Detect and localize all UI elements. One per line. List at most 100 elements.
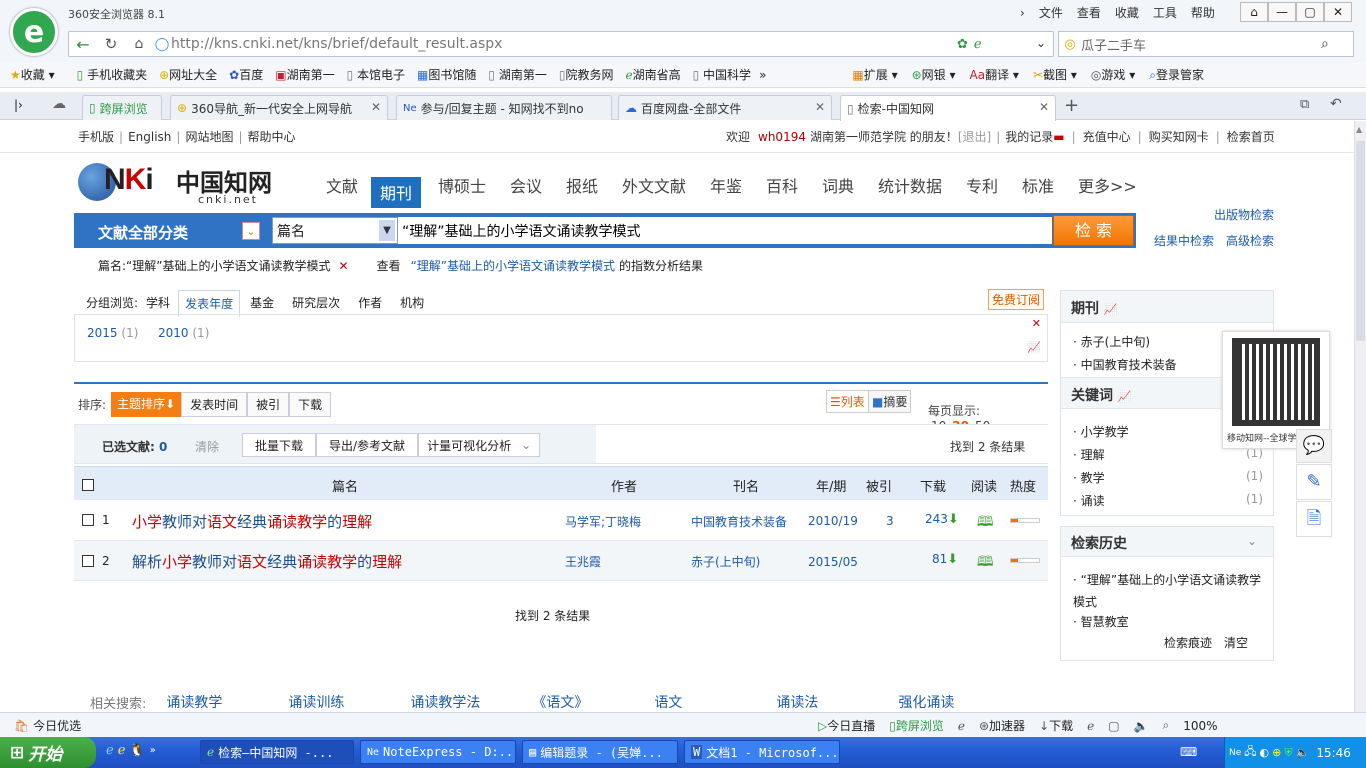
field-select[interactable]: 篇名 ▼ bbox=[272, 217, 398, 244]
recharge-link[interactable]: 充值中心 bbox=[1083, 128, 1131, 145]
download-button[interactable]: ↓下载 bbox=[1039, 717, 1073, 734]
advanced-search-link[interactable]: 高级检索 bbox=[1226, 232, 1274, 249]
url-input[interactable] bbox=[171, 36, 951, 52]
collapse-icon[interactable]: › bbox=[1020, 6, 1025, 20]
year-2015[interactable]: 2015 (1) bbox=[87, 326, 138, 340]
network-icon[interactable]: 🖧 bbox=[1244, 743, 1256, 762]
channel-patent[interactable]: 专利 bbox=[966, 173, 998, 197]
tab-forum[interactable]: Ne 参与/回复主题 - 知网找不到no bbox=[396, 95, 612, 120]
volume-icon[interactable]: 🔈 bbox=[1134, 719, 1149, 733]
batch-download-button[interactable]: 批量下载 bbox=[242, 433, 317, 457]
group-tab-subject[interactable]: 学科 bbox=[146, 294, 170, 311]
link-help[interactable]: 帮助中心 bbox=[248, 128, 296, 145]
keyword-facet-item[interactable]: · 诵读 (1) bbox=[1073, 492, 1263, 509]
cited-link[interactable]: 3 bbox=[886, 514, 894, 528]
refresh-icon[interactable]: ↻ bbox=[97, 35, 125, 53]
history-item[interactable]: · 智慧教室 bbox=[1073, 613, 1129, 630]
journal-link[interactable]: 中国教育技术装备 bbox=[691, 513, 787, 530]
bookmark-item[interactable]: ⊕网址大全 bbox=[159, 66, 217, 83]
tab-baidu-pan[interactable]: ☁ 百度网盘-全部文件 ✕ bbox=[618, 95, 832, 120]
security-icon[interactable]: ✿ bbox=[957, 37, 968, 52]
ext-games[interactable]: ◎游戏 ▾ bbox=[1091, 66, 1135, 83]
cnki-logo[interactable]: NKi 中国知网 cnki.net bbox=[78, 161, 278, 206]
taskbar-item-noteexpress[interactable]: Ne NoteExpress - D:... bbox=[360, 740, 516, 764]
search-home-link[interactable]: 检索首页 bbox=[1227, 128, 1275, 145]
maximize-button[interactable]: ▢ bbox=[1296, 2, 1324, 22]
read-book-icon[interactable]: 🕮 bbox=[977, 511, 994, 535]
journal-facet-item[interactable]: · 赤子(上中旬) bbox=[1073, 333, 1150, 350]
ie-icon[interactable]: ℯ bbox=[106, 743, 114, 758]
bookmark-favorites[interactable]: ★收藏 ▾ bbox=[10, 66, 55, 83]
channel-more[interactable]: 更多>> bbox=[1078, 173, 1137, 197]
document-icon[interactable]: 🗎 bbox=[1296, 501, 1332, 537]
security-tray-icon[interactable]: ⊕ bbox=[1272, 746, 1281, 759]
article-title-link[interactable]: 小学教师对语文经典诵读教学的理解 bbox=[132, 511, 372, 532]
history-trace-link[interactable]: 检索痕迹 bbox=[1164, 634, 1212, 651]
live-button[interactable]: ▷今日直播 bbox=[818, 717, 875, 734]
bookmark-item[interactable]: ▯院教务网 bbox=[559, 66, 614, 83]
bookmark-item[interactable]: ▦图书馆随 bbox=[417, 66, 476, 83]
menu-help[interactable]: 帮助 bbox=[1191, 4, 1215, 21]
buy-card-link[interactable]: 购买知网卡 bbox=[1149, 128, 1209, 145]
menu-file[interactable]: 文件 bbox=[1039, 4, 1063, 21]
issue-link[interactable]: 2015/05 bbox=[808, 555, 858, 569]
col-journal[interactable]: 刊名 bbox=[733, 476, 759, 495]
author-link[interactable]: 王兆霞 bbox=[565, 553, 601, 570]
index-analysis-link[interactable]: “理解”基础上的小学语文诵读教学模式 bbox=[411, 257, 615, 274]
sort-date[interactable]: 发表时间 bbox=[181, 391, 248, 417]
group-tab-author[interactable]: 作者 bbox=[358, 294, 382, 311]
row-checkbox[interactable] bbox=[82, 514, 94, 526]
chart-icon[interactable]: 📈 bbox=[1027, 341, 1041, 354]
tab-cross-screen[interactable]: ▯ 跨屏浏览 bbox=[82, 95, 162, 120]
back-arrow-icon[interactable]: ← bbox=[69, 35, 97, 54]
group-tab-year[interactable]: 发表年度 bbox=[178, 289, 241, 317]
ext-translate[interactable]: Aa翻译 ▾ bbox=[970, 66, 1019, 83]
ext-bank[interactable]: ⊛网银 ▾ bbox=[912, 66, 956, 83]
ext-screenshot[interactable]: ✂截图 ▾ bbox=[1033, 66, 1077, 83]
accelerator-button[interactable]: ⊛加速器 bbox=[979, 717, 1025, 734]
close-icon[interactable]: ✕ bbox=[371, 100, 381, 114]
antivirus-icon[interactable]: ◐ bbox=[1260, 746, 1270, 759]
more-bookmarks-icon[interactable]: » bbox=[759, 68, 766, 82]
bookmark-item[interactable]: ▯ 中国科学 bbox=[693, 66, 751, 83]
my-records-link[interactable]: 我的记录 bbox=[1005, 128, 1053, 145]
ie-icon[interactable]: ℯ bbox=[1087, 719, 1094, 733]
today-picks[interactable]: 🛍 今日优选 bbox=[14, 717, 81, 734]
col-issue[interactable]: 年/期 bbox=[816, 476, 846, 495]
menu-favorites[interactable]: 收藏 bbox=[1115, 4, 1139, 21]
sort-relevance[interactable]: 主题排序⬇ bbox=[111, 391, 182, 417]
address-dropdown-icon[interactable]: ⌄ bbox=[1036, 36, 1046, 50]
undo-close-icon[interactable]: ↶ bbox=[1330, 96, 1342, 112]
category-dropdown-icon[interactable]: ⌄ bbox=[242, 222, 260, 240]
browser-icon[interactable]: ℯ bbox=[118, 743, 126, 758]
cloud-icon[interactable]: ☁ bbox=[52, 96, 66, 112]
channel-standard[interactable]: 标准 bbox=[1022, 173, 1054, 197]
menu-view[interactable]: 查看 bbox=[1077, 4, 1101, 21]
search-icon[interactable]: ⌕ bbox=[1321, 36, 1329, 52]
related-term[interactable]: 诵读教学法 bbox=[410, 692, 532, 712]
select-all-checkbox[interactable] bbox=[82, 479, 94, 491]
edit-icon[interactable]: ✎ bbox=[1296, 464, 1332, 500]
related-term[interactable]: 语文 bbox=[654, 692, 776, 712]
history-item[interactable]: · “理解”基础上的小学语文诵读教学模式 bbox=[1073, 569, 1269, 613]
col-downloads[interactable]: 下载 bbox=[920, 476, 946, 495]
bookmark-item[interactable]: ▣湖南第一 bbox=[275, 66, 334, 83]
feedback-icon[interactable]: 💬 bbox=[1296, 429, 1332, 463]
download-link[interactable]: 81⬇ bbox=[932, 552, 958, 567]
link-sitemap[interactable]: 网站地图 bbox=[185, 128, 233, 145]
group-tab-fund[interactable]: 基金 bbox=[250, 294, 274, 311]
bookmark-item[interactable]: ▯ 手机收藏夹 bbox=[77, 66, 147, 83]
row-checkbox[interactable] bbox=[82, 555, 94, 567]
cross-screen-button[interactable]: ▯跨屏浏览 bbox=[889, 717, 944, 734]
related-term[interactable]: 《语文》 bbox=[532, 692, 654, 712]
keyword-facet-item[interactable]: · 教学 (1) bbox=[1073, 469, 1263, 486]
noteexpress-tray-icon[interactable]: Ne bbox=[1229, 748, 1241, 758]
search-in-results-link[interactable]: 结果中检索 bbox=[1154, 232, 1214, 249]
browser-search-input[interactable] bbox=[1081, 36, 1321, 52]
page-scrollbar[interactable]: ▲ bbox=[1354, 121, 1366, 712]
sort-cited[interactable]: 被引 bbox=[247, 391, 290, 417]
close-icon[interactable]: ✕ bbox=[1039, 100, 1049, 114]
group-tab-org[interactable]: 机构 bbox=[400, 294, 424, 311]
ext-login[interactable]: ⌕登录管家 bbox=[1149, 66, 1204, 83]
zoom-icon[interactable]: ⌕ bbox=[1163, 718, 1170, 733]
